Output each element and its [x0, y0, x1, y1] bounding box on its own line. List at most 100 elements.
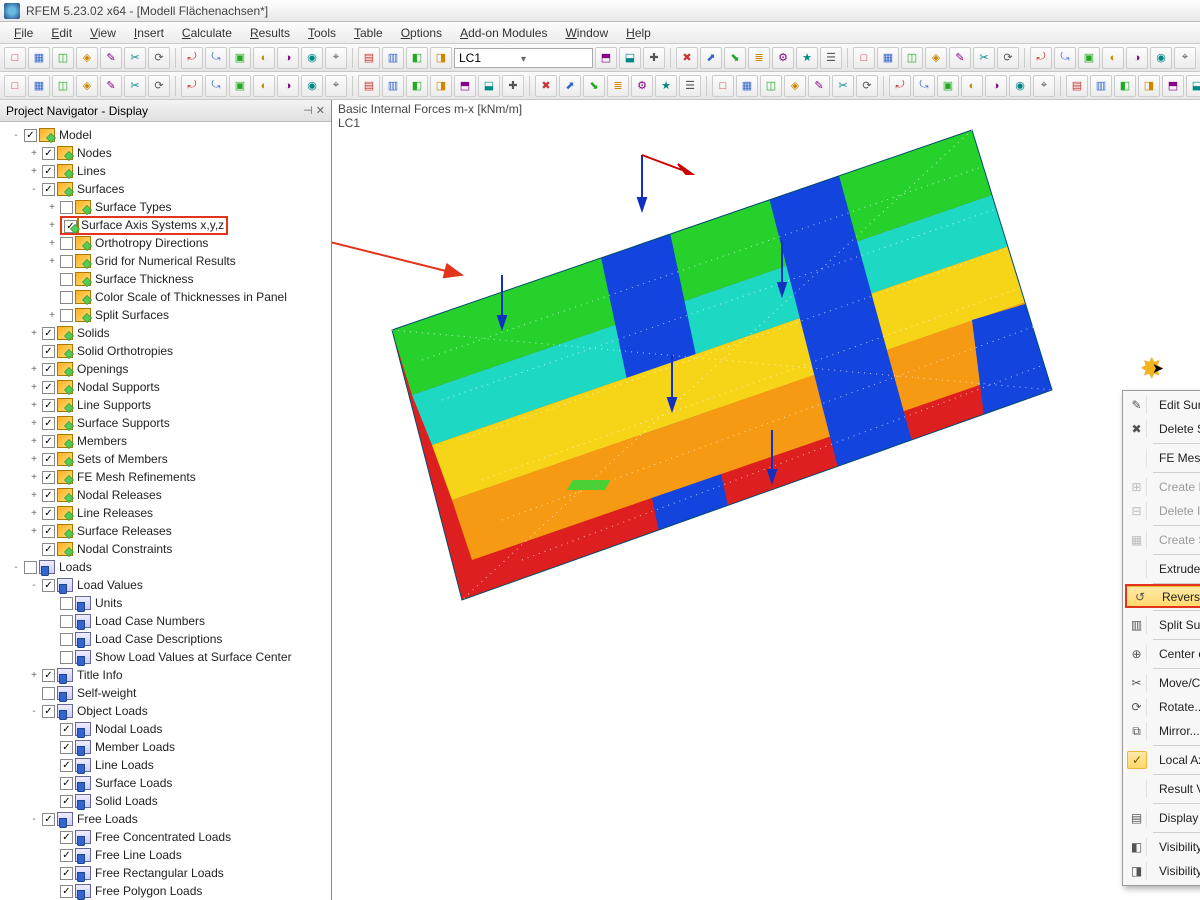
toolbar-button[interactable]: ◉ [301, 75, 323, 97]
toolbar-button[interactable]: ◈ [784, 75, 806, 97]
context-item-local-axis-systems-on-off[interactable]: ✓Local Axis Systems on/off [1123, 748, 1200, 772]
tree-expander-icon[interactable]: + [46, 256, 58, 267]
toolbar-button[interactable]: □ [4, 47, 26, 69]
tree-node[interactable]: -Object Loads [2, 702, 331, 720]
tree-expander-icon[interactable]: - [10, 130, 22, 141]
tree-node[interactable]: Surface Loads [2, 774, 331, 792]
toolbar-button[interactable]: ✂ [832, 75, 854, 97]
tree-checkbox[interactable] [60, 201, 73, 214]
toolbar-button[interactable]: ⬓ [1186, 75, 1200, 97]
tree-expander-icon[interactable]: + [28, 508, 40, 519]
toolbar-button[interactable]: ◐ [253, 75, 275, 97]
tree-expander-icon[interactable]: + [28, 418, 40, 429]
toolbar-button[interactable]: ▤ [358, 75, 380, 97]
tree-node[interactable]: +Title Info [2, 666, 331, 684]
tree-checkbox[interactable] [42, 435, 55, 448]
tree-checkbox[interactable] [42, 525, 55, 538]
tree-node[interactable]: +Line Releases [2, 504, 331, 522]
context-item-reverse-local-axis-system[interactable]: ↺Reverse Local Axis System [1125, 586, 1200, 608]
toolbar-button[interactable]: ⬓ [619, 47, 641, 69]
toolbar-button[interactable]: ▤ [1066, 75, 1088, 97]
context-item-move-copy[interactable]: ✂Move/Copy... [1123, 671, 1200, 695]
tree-expander-icon[interactable]: + [28, 526, 40, 537]
tree-node[interactable]: +Nodes [2, 144, 331, 162]
tree-checkbox[interactable] [60, 651, 73, 664]
menu-tools[interactable]: Tools [300, 24, 344, 42]
toolbar-button[interactable]: ▤ [358, 47, 380, 69]
toolbar-button[interactable]: ⌖ [325, 47, 347, 69]
tree-expander-icon[interactable]: + [46, 220, 58, 231]
tree-node[interactable]: +Solids [2, 324, 331, 342]
toolbar-button[interactable]: ✚ [643, 47, 665, 69]
tree-expander-icon[interactable]: + [46, 310, 58, 321]
navigator-tree[interactable]: -Model+Nodes+Lines-Surfaces+Surface Type… [0, 122, 331, 900]
tree-checkbox[interactable] [60, 831, 73, 844]
toolbar-button[interactable]: ▥ [1090, 75, 1112, 97]
tree-expander-icon[interactable]: + [28, 454, 40, 465]
menu-file[interactable]: File [6, 24, 41, 42]
tree-expander-icon[interactable]: + [28, 400, 40, 411]
tree-expander-icon[interactable]: + [28, 436, 40, 447]
toolbar-button[interactable]: ◧ [406, 75, 428, 97]
toolbar-button[interactable]: ◉ [1150, 47, 1172, 69]
toolbar-button[interactable]: ⬒ [1162, 75, 1184, 97]
tree-checkbox[interactable] [42, 327, 55, 340]
toolbar-button[interactable]: ☰ [820, 47, 842, 69]
tree-node[interactable]: Free Rectangular Loads [2, 864, 331, 882]
tree-checkbox[interactable] [60, 255, 73, 268]
toolbar-button[interactable]: ◨ [430, 75, 452, 97]
tree-expander-icon[interactable]: + [28, 364, 40, 375]
toolbar-button[interactable]: □ [853, 47, 875, 69]
tree-node[interactable]: +Grid for Numerical Results [2, 252, 331, 270]
menu-edit[interactable]: Edit [43, 24, 80, 42]
toolbar-button[interactable]: ◫ [52, 47, 74, 69]
toolbar-button[interactable]: ✂ [124, 47, 146, 69]
toolbar-button[interactable]: ⤾ [181, 75, 203, 97]
tree-checkbox[interactable] [60, 867, 73, 880]
toolbar-button[interactable]: □ [4, 75, 26, 97]
tree-expander-icon[interactable]: - [28, 580, 40, 591]
tree-node[interactable]: +Members [2, 432, 331, 450]
tree-node[interactable]: Solid Loads [2, 792, 331, 810]
toolbar-button[interactable]: ◈ [925, 47, 947, 69]
toolbar-button[interactable]: ▣ [937, 75, 959, 97]
context-item-extrude[interactable]: Extrude [1123, 557, 1200, 581]
tree-checkbox[interactable] [24, 129, 37, 142]
tree-node[interactable]: Self-weight [2, 684, 331, 702]
tree-node[interactable]: Nodal Constraints [2, 540, 331, 558]
tree-node[interactable]: +Nodal Supports [2, 378, 331, 396]
toolbar-button[interactable]: ◨ [430, 47, 452, 69]
toolbar-button[interactable]: ⬈ [559, 75, 581, 97]
tree-expander-icon[interactable]: + [28, 166, 40, 177]
toolbar-button[interactable]: ▥ [382, 75, 404, 97]
tree-expander-icon[interactable]: + [28, 328, 40, 339]
tree-checkbox[interactable] [60, 777, 73, 790]
toolbar-button[interactable]: ⤿ [205, 75, 227, 97]
toolbar-button[interactable]: ▣ [229, 75, 251, 97]
tree-checkbox[interactable] [60, 237, 73, 250]
tree-checkbox[interactable] [42, 489, 55, 502]
context-item-visibility-by-hiding-selected-objects[interactable]: ◨Visibility by Hiding Selected Objects [1123, 859, 1200, 883]
tree-node[interactable]: Free Concentrated Loads [2, 828, 331, 846]
tree-node[interactable]: +Sets of Members [2, 450, 331, 468]
tree-node[interactable]: -Model [2, 126, 331, 144]
tree-node[interactable]: +Lines [2, 162, 331, 180]
tree-checkbox[interactable] [42, 183, 55, 196]
tree-node[interactable]: +Split Surfaces [2, 306, 331, 324]
tree-checkbox[interactable] [60, 291, 73, 304]
toolbar-button[interactable]: ◧ [1114, 75, 1136, 97]
tree-node[interactable]: Nodal Loads [2, 720, 331, 738]
tree-checkbox[interactable] [42, 471, 55, 484]
menu-window[interactable]: Window [557, 24, 616, 42]
toolbar-button[interactable]: ⬓ [478, 75, 500, 97]
toolbar-button[interactable]: ◐ [961, 75, 983, 97]
tree-node[interactable]: +Openings [2, 360, 331, 378]
toolbar-button[interactable]: ◨ [1138, 75, 1160, 97]
toolbar-button[interactable]: ▦ [736, 75, 758, 97]
toolbar-button[interactable]: ★ [655, 75, 677, 97]
tree-checkbox[interactable] [60, 273, 73, 286]
toolbar-button[interactable]: ◈ [76, 47, 98, 69]
tree-node[interactable]: Units [2, 594, 331, 612]
tree-expander-icon[interactable]: - [10, 562, 22, 573]
menu-results[interactable]: Results [242, 24, 298, 42]
